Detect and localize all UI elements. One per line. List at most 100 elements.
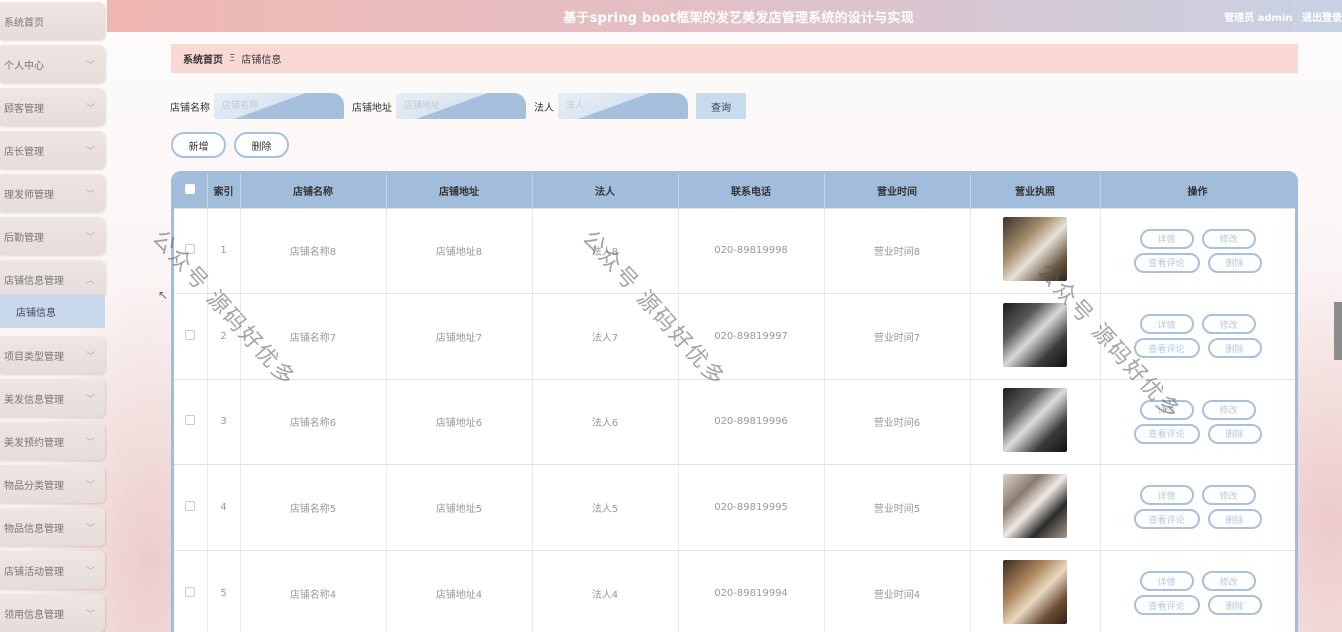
sidebar-item-home[interactable]: 系统首页 bbox=[0, 2, 105, 40]
sidebar-item-label: 系统首页 bbox=[4, 17, 44, 29]
row-delete-button[interactable]: 删除 bbox=[1207, 252, 1262, 273]
cell-license bbox=[970, 208, 1101, 294]
row-select-cell bbox=[174, 464, 208, 550]
shop-table: 索引 店铺名称 店铺地址 法人 联系电话 营业时间 营业执照 操作 1 店铺名称8… bbox=[171, 171, 1298, 632]
add-button[interactable]: 新增 bbox=[171, 132, 226, 158]
license-image[interactable] bbox=[1003, 473, 1067, 538]
search-bar: 店铺名称 店铺地址 法人 查询 bbox=[170, 93, 746, 119]
chevron-down-icon: ﹀ bbox=[85, 232, 95, 243]
cell-phone: 020-89819997 bbox=[678, 293, 825, 379]
license-image[interactable] bbox=[1003, 302, 1067, 367]
sidebar-item-managers[interactable]: 店长管理 ﹀ bbox=[0, 131, 105, 169]
shop-address-input[interactable] bbox=[396, 93, 526, 119]
legal-person-input[interactable] bbox=[558, 93, 688, 119]
cell-hours: 营业时间7 bbox=[824, 293, 971, 379]
sidebar-item-logistics[interactable]: 后勤管理 ﹀ bbox=[0, 217, 105, 255]
row-delete-button[interactable]: 删除 bbox=[1207, 338, 1262, 359]
chevron-down-icon: ﹀ bbox=[85, 60, 95, 71]
sidebar-item-goods-category[interactable]: 物品分类管理 ﹀ bbox=[0, 465, 105, 503]
header-shop-address: 店铺地址 bbox=[386, 174, 533, 208]
detail-button[interactable]: 详情 bbox=[1139, 228, 1194, 249]
chevron-down-icon: ﹀ bbox=[85, 437, 95, 448]
row-delete-button[interactable]: 删除 bbox=[1207, 595, 1262, 615]
sidebar-item-requisition[interactable]: 领用信息管理 ﹀ bbox=[0, 594, 105, 632]
cell-index: 1 bbox=[207, 208, 241, 294]
sidebar-item-shop-activity[interactable]: 店铺活动管理 ﹀ bbox=[0, 551, 105, 589]
detail-button[interactable]: 详情 bbox=[1139, 485, 1194, 506]
logout-link[interactable]: 退出登录 bbox=[1302, 13, 1342, 24]
sidebar-item-barbers[interactable]: 理发师管理 ﹀ bbox=[0, 174, 105, 212]
view-reviews-button[interactable]: 查看评论 bbox=[1133, 509, 1200, 530]
chevron-down-icon: ﹀ bbox=[85, 566, 95, 577]
select-all-checkbox[interactable] bbox=[185, 184, 196, 195]
query-button[interactable]: 查询 bbox=[696, 93, 746, 119]
sidebar-item-appointments[interactable]: 美发预约管理 ﹀ bbox=[0, 422, 105, 460]
chevron-down-icon: ﹀ bbox=[85, 189, 95, 200]
page-scrollbar[interactable] bbox=[1334, 302, 1342, 360]
sidebar-item-label: 物品信息管理 bbox=[4, 523, 64, 535]
header-license: 营业执照 bbox=[970, 174, 1101, 208]
row-checkbox[interactable] bbox=[185, 500, 196, 511]
cell-license bbox=[970, 293, 1101, 379]
row-delete-button[interactable]: 删除 bbox=[1207, 509, 1262, 530]
license-image[interactable] bbox=[1003, 559, 1067, 624]
sidebar-item-label: 后勤管理 bbox=[4, 232, 44, 244]
sidebar-item-customers[interactable]: 顾客管理 ﹀ bbox=[0, 88, 105, 126]
view-reviews-button[interactable]: 查看评论 bbox=[1133, 423, 1200, 444]
license-image[interactable] bbox=[1003, 388, 1067, 453]
breadcrumb-separator-icon: Ξ bbox=[229, 53, 236, 64]
sidebar-item-project-types[interactable]: 项目类型管理 ﹀ bbox=[0, 336, 105, 374]
cell-hours: 营业时间6 bbox=[824, 379, 971, 465]
edit-button[interactable]: 修改 bbox=[1201, 485, 1256, 506]
chevron-down-icon: ﹀ bbox=[85, 394, 95, 405]
breadcrumb: 系统首页 Ξ 店铺信息 bbox=[171, 44, 1298, 73]
cell-hours: 营业时间8 bbox=[824, 208, 971, 294]
view-reviews-button[interactable]: 查看评论 bbox=[1133, 252, 1200, 273]
row-checkbox[interactable] bbox=[185, 244, 196, 255]
license-image[interactable] bbox=[1003, 217, 1067, 282]
cell-legal-person: 法人7 bbox=[532, 293, 679, 379]
sidebar-item-shop-info[interactable]: 店铺信息管理 ︿ bbox=[0, 260, 105, 298]
sidebar-item-goods-info[interactable]: 物品信息管理 ﹀ bbox=[0, 508, 105, 546]
header-operations: 操作 bbox=[1100, 174, 1295, 208]
header-index: 索引 bbox=[207, 174, 241, 208]
table-row: 3 店铺名称6 店铺地址6 法人6 020-89819996 营业时间6 详情 修改 查看评论删… bbox=[174, 379, 1295, 465]
edit-button[interactable]: 修改 bbox=[1201, 314, 1256, 335]
delete-button[interactable]: 删除 bbox=[234, 132, 289, 158]
detail-button[interactable]: 详情 bbox=[1139, 571, 1194, 591]
sidebar-item-hair-info[interactable]: 美发信息管理 ﹀ bbox=[0, 379, 105, 417]
row-checkbox[interactable] bbox=[185, 415, 196, 426]
detail-button[interactable]: 详情 bbox=[1139, 314, 1194, 335]
app-title: 基于spring boot框架的发艺美发店管理系统的设计与实现 bbox=[563, 10, 914, 26]
cell-legal-person: 法人5 bbox=[532, 464, 679, 550]
chevron-down-icon: ﹀ bbox=[85, 480, 95, 491]
table-row: 4 店铺名称5 店铺地址5 法人5 020-89819995 营业时间5 详情 修改 查看评论删… bbox=[174, 464, 1295, 550]
cell-shop-address: 店铺地址6 bbox=[386, 379, 533, 465]
sidebar-subitem-label: 店铺信息 bbox=[16, 307, 56, 319]
edit-button[interactable]: 修改 bbox=[1201, 399, 1256, 420]
shop-name-input[interactable] bbox=[214, 93, 344, 119]
sidebar-item-personal[interactable]: 个人中心 ﹀ bbox=[0, 45, 105, 83]
shop-address-label: 店铺地址 bbox=[352, 102, 392, 114]
table-row: 1 店铺名称8 店铺地址8 法人8 020-89819998 营业时间8 详情 修改 查看评论删… bbox=[174, 208, 1295, 294]
view-reviews-button[interactable]: 查看评论 bbox=[1133, 338, 1200, 359]
cell-shop-name: 店铺名称6 bbox=[240, 379, 387, 465]
sidebar-subitem-shop-info[interactable]: 店铺信息 bbox=[0, 294, 105, 328]
cell-shop-name: 店铺名称7 bbox=[240, 293, 387, 379]
edit-button[interactable]: 修改 bbox=[1201, 228, 1256, 249]
row-select-cell bbox=[174, 550, 208, 632]
breadcrumb-home[interactable]: 系统首页 bbox=[183, 51, 223, 66]
row-delete-button[interactable]: 删除 bbox=[1207, 423, 1262, 444]
chevron-down-icon: ﹀ bbox=[85, 146, 95, 157]
cell-shop-address: 店铺地址4 bbox=[386, 550, 533, 632]
row-checkbox[interactable] bbox=[185, 586, 196, 597]
header-legal-person: 法人 bbox=[532, 174, 679, 208]
cell-phone: 020-89819994 bbox=[678, 550, 825, 632]
sidebar: 系统首页 个人中心 ﹀ 顾客管理 ﹀ 店长管理 ﹀ 理发师管理 ﹀ 后勤管理 ﹀… bbox=[0, 0, 107, 632]
cell-index: 3 bbox=[207, 379, 241, 465]
detail-button[interactable]: 详情 bbox=[1139, 399, 1194, 420]
row-checkbox[interactable] bbox=[185, 329, 196, 340]
edit-button[interactable]: 修改 bbox=[1201, 571, 1256, 591]
sidebar-item-label: 店长管理 bbox=[4, 146, 44, 158]
view-reviews-button[interactable]: 查看评论 bbox=[1133, 595, 1200, 615]
